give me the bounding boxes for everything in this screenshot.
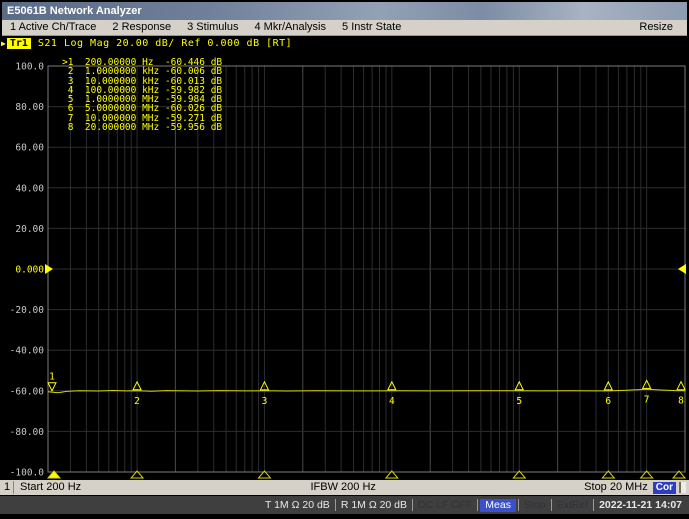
analyzer-screen: E5061B Network Analyzer 1 Active Ch/Trac… <box>0 0 689 519</box>
status-bar: 1 Start 200 Hz IFBW 200 Hz Stop 20 MHz C… <box>0 480 689 495</box>
channel-separator <box>13 481 14 494</box>
marker-3-number: 3 <box>262 396 268 407</box>
menu-item-instr-state[interactable]: 5 Instr State <box>334 20 409 35</box>
r-port-setting: R 1M Ω 20 dB <box>336 496 412 514</box>
marker-table: >1 200.00000 Hz -60.446 dB 2 1.0000000 k… <box>62 58 222 132</box>
trace-definition: S21 Log Mag 20.00 dB/ Ref 0.000 dB [RT] <box>38 38 292 49</box>
marker-2-number: 2 <box>134 396 140 407</box>
instrument-status-bar: T 1M Ω 20 dB R 1M Ω 20 dB DC LF OFF Meas… <box>0 496 689 514</box>
window-titlebar[interactable]: E5061B Network Analyzer <box>2 2 687 20</box>
marker-table-row: 8 20.000000 MHz -59.956 dB <box>62 123 222 132</box>
ref-level-marker-right-icon <box>678 264 686 274</box>
menu-item-active-ch-trace[interactable]: 1 Active Ch/Trace <box>2 20 104 35</box>
marker-1-symbol-icon[interactable] <box>48 383 56 391</box>
y-axis-tick-label: -60.00 <box>10 386 45 397</box>
channel-number: 1 <box>4 480 10 495</box>
menu-item-mkr-analysis[interactable]: 4 Mkr/Analysis <box>246 20 334 35</box>
menu-item-resize[interactable]: Resize <box>631 20 681 35</box>
marker-8-symbol-icon[interactable] <box>677 382 685 390</box>
marker-1-number: 1 <box>49 372 55 383</box>
menu-item-response[interactable]: 2 Response <box>104 20 179 35</box>
y-axis-tick-label: 80.00 <box>15 102 44 113</box>
ref-level-label: 0.000 <box>15 265 44 276</box>
menu-item-stimulus[interactable]: 3 Stimulus <box>179 20 246 35</box>
y-axis-tick-label: 20.00 <box>15 224 44 235</box>
y-axis-tick-label: 100.0 <box>15 62 44 73</box>
marker-6-number: 6 <box>605 396 611 407</box>
y-axis-tick-label: -40.00 <box>10 346 45 357</box>
marker-5-number: 5 <box>516 396 522 407</box>
marker-8-number: 8 <box>678 396 684 407</box>
meas-state-badge: Meas <box>480 499 516 512</box>
marker-4-number: 4 <box>389 396 395 407</box>
trace-tr1-s21 <box>48 389 685 393</box>
datetime-readout: 2022-11-21 14:07 <box>594 496 687 514</box>
menu-bar: 1 Active Ch/Trace2 Response3 Stimulus4 M… <box>2 20 687 36</box>
sweep-stop-indicator: Stop <box>519 496 551 514</box>
trace-badge[interactable]: Tr1 <box>7 38 31 49</box>
stop-frequency-readout: Stop 20 MHz <box>584 480 648 495</box>
active-trace-arrow-icon: ▶ <box>0 39 6 48</box>
y-axis-tick-label: 40.00 <box>15 183 44 194</box>
start-frequency-readout: Start 200 Hz <box>20 480 81 495</box>
dc-lf-indicator: DC LF OFF <box>413 496 477 514</box>
segment-divider <box>477 499 478 511</box>
y-axis-tick-label: -80.00 <box>10 427 45 438</box>
trace-status-line: ▶Tr1 S21 Log Mag 20.00 dB/ Ref 0.000 dB [… <box>0 37 689 50</box>
marker-7-number: 7 <box>644 394 650 405</box>
y-axis-tick-label: -20.00 <box>10 305 45 316</box>
statusbar-grip <box>679 482 686 493</box>
ref-level-marker-left-icon <box>45 264 53 274</box>
correction-badge: Cor <box>653 482 676 494</box>
window-title: E5061B Network Analyzer <box>7 5 142 17</box>
y-axis-tick-label: 60.00 <box>15 143 44 154</box>
ifbw-readout: IFBW 200 Hz <box>310 480 375 495</box>
y-axis-tick-label: -100.0 <box>10 468 45 479</box>
ext-ref-indicator: ExtRef <box>552 496 594 514</box>
t-port-setting: T 1M Ω 20 dB <box>260 496 335 514</box>
